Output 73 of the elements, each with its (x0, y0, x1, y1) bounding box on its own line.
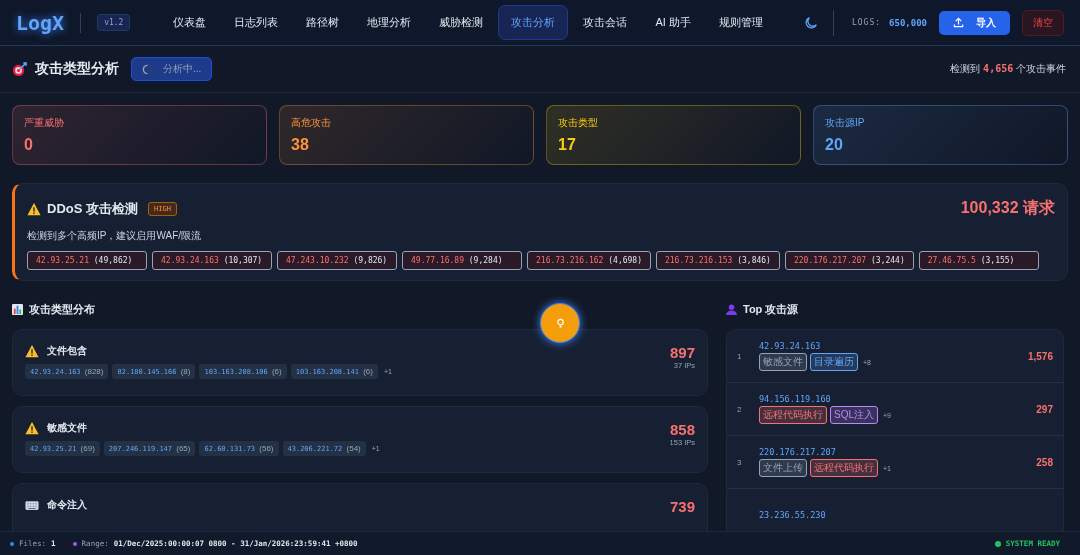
logs-count: 650,000 (889, 17, 927, 28)
spinner-icon (142, 63, 153, 75)
stat-label: 高危攻击 (291, 116, 332, 130)
attack-type-name: 文件包含 (47, 344, 87, 358)
attack-tag: 目录遍历 (810, 353, 858, 371)
status-dot-icon (994, 540, 1001, 547)
page-title: 攻击类型分析 (35, 60, 119, 78)
warning-icon (27, 201, 41, 216)
nav-tab[interactable]: 攻击分析 (498, 5, 569, 40)
logo: LogX (16, 10, 65, 35)
ip-chip[interactable]: 27.46.75.5 (3,155) (918, 251, 1039, 270)
nav-tab[interactable]: 规则管理 (705, 5, 776, 40)
analyzing-badge: 分析中... (131, 57, 213, 81)
nav-tab[interactable]: 攻击会话 (570, 5, 641, 40)
ddos-title: DDoS 攻击检测 (47, 199, 138, 218)
ip-chip[interactable]: 42.93.25.21 (49,862) (27, 251, 147, 270)
nav-tab[interactable]: 地理分析 (354, 5, 425, 40)
ip-chip[interactable]: 216.73.216.153 (3,846) (655, 251, 780, 270)
attack-count: 897 (669, 344, 695, 361)
logs-label: LOGS: (851, 18, 882, 27)
nav-tab[interactable]: 路径树 (293, 5, 353, 40)
section-title: Top 攻击源 (743, 301, 799, 317)
attack-tag: 远程代码执行 (810, 459, 878, 477)
stat-label: 攻击类型 (558, 116, 599, 130)
stat-value: 38 (291, 136, 310, 154)
attack-tag: SQL注入 (830, 406, 878, 424)
bar-chart-icon (12, 303, 23, 315)
source-ip[interactable]: 42.93.24.163 (759, 341, 1028, 351)
ip-chip[interactable]: 47.243.10.232 (9,826) (277, 251, 397, 270)
attack-type-name: 命令注入 (47, 498, 87, 512)
stat-value: 17 (558, 136, 577, 154)
ddos-advice: 检测到多个高频IP，建议启用WAF/限流 (27, 229, 203, 243)
version-badge: v1.2 (97, 14, 131, 31)
attack-count: 258 (1036, 456, 1053, 468)
attack-tag: 敏感文件 (759, 353, 807, 371)
warning-icon (25, 421, 39, 435)
stat-label: 严重威胁 (24, 116, 65, 130)
attack-count: 858 (669, 421, 695, 438)
stat-value: 20 (825, 136, 844, 154)
source-ip[interactable]: 23.236.55.230 (759, 510, 1053, 520)
attack-count: 297 (1036, 403, 1053, 415)
clear-button[interactable]: 清空 (1022, 9, 1064, 36)
attack-tag: 远程代码执行 (759, 406, 827, 424)
source-ip[interactable]: 220.176.217.207 (759, 447, 1037, 457)
nav-tab[interactable]: 日志列表 (221, 5, 292, 40)
upload-icon (953, 17, 964, 28)
nav-tab[interactable]: AI 助手 (642, 5, 704, 40)
keyboard-icon (25, 499, 39, 511)
user-icon (726, 303, 737, 315)
nav-tab[interactable]: 仪表盘 (160, 5, 220, 40)
ip-chip[interactable]: 42.93.24.163 (10,307) (152, 251, 272, 270)
stat-value: 0 (24, 136, 34, 154)
attack-count: 1,576 (1027, 350, 1053, 362)
rank-number: 3 (737, 457, 743, 467)
source-ip[interactable]: 94.156.119.160 (759, 394, 1037, 404)
ip-chip[interactable]: 220.176.217.207 (3,244) (784, 251, 914, 270)
rank-number: 1 (737, 351, 743, 361)
attack-summary: 检测到 4,656 个攻击事件 (950, 62, 1067, 76)
import-button[interactable]: 导入 (939, 10, 1010, 35)
attack-count: 739 (669, 498, 695, 515)
nav-tab[interactable]: 威胁检测 (426, 5, 497, 40)
lightbulb-icon (555, 317, 565, 329)
attack-type-name: 敏感文件 (47, 421, 87, 435)
floating-button[interactable] (540, 303, 580, 343)
warning-icon (25, 344, 39, 358)
ip-chip[interactable]: 49.77.16.89 (9,284) (402, 251, 522, 270)
section-title: 攻击类型分布 (29, 301, 95, 317)
rank-number: 2 (737, 404, 743, 414)
request-count: 100,332 请求 (960, 198, 1055, 218)
ip-chip[interactable]: 216.73.216.162 (4,698) (527, 251, 651, 270)
attack-tag: 文件上传 (759, 459, 807, 477)
target-icon (12, 61, 27, 77)
stat-label: 攻击源IP (825, 116, 866, 130)
